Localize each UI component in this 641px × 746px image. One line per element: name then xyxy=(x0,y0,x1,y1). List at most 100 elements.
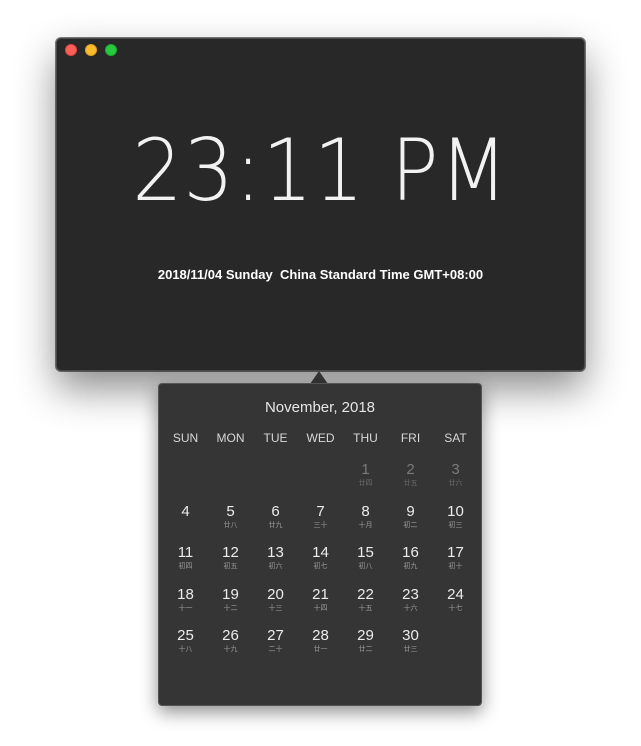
minimize-button[interactable] xyxy=(85,44,97,56)
day-number: 13 xyxy=(267,544,284,562)
calendar-day[interactable]: 19 十二 xyxy=(208,586,253,628)
calendar-day[interactable]: 7 三十 xyxy=(298,503,343,545)
day-number: 30 xyxy=(402,627,419,645)
lunar-date: 初二 xyxy=(403,521,418,529)
calendar-day[interactable]: 22 十五 xyxy=(343,586,388,628)
calendar-day[interactable]: 27 二十 xyxy=(253,627,298,669)
calendar-empty-cell xyxy=(298,461,343,503)
calendar-day[interactable]: 9 初二 xyxy=(388,503,433,545)
day-number: 8 xyxy=(361,502,370,520)
day-number: 2 xyxy=(406,461,415,478)
window-controls xyxy=(65,44,117,56)
calendar-day[interactable]: 14 初七 xyxy=(298,544,343,586)
day-number: 28 xyxy=(312,627,329,645)
calendar-day[interactable]: 12 初五 xyxy=(208,544,253,586)
calendar-day[interactable]: 13 初六 xyxy=(253,544,298,586)
calendar-empty-cell xyxy=(253,461,298,503)
day-number: 29 xyxy=(357,627,374,645)
day-number: 27 xyxy=(267,627,284,645)
day-number: 6 xyxy=(271,502,280,520)
weekday-label: SUN xyxy=(172,431,199,445)
lunar-date: 十九 xyxy=(223,646,238,654)
day-number: 11 xyxy=(177,544,194,562)
day-number: 4 xyxy=(181,502,190,520)
zoom-button[interactable] xyxy=(105,44,117,56)
day-number: 15 xyxy=(357,544,374,562)
calendar-day[interactable]: 23 十六 xyxy=(388,586,433,628)
calendar-day[interactable]: 5 廿八 xyxy=(208,503,253,545)
lunar-date: 廿四 xyxy=(358,480,373,487)
calendar-empty-cell xyxy=(163,461,208,503)
day-number: 10 xyxy=(447,502,464,520)
clock-window: 23:11 PM 2018/11/04 Sunday China Standar… xyxy=(56,38,585,371)
calendar-day[interactable]: 18 十一 xyxy=(163,586,208,628)
day-number: 26 xyxy=(222,627,239,645)
day-number: 9 xyxy=(406,502,415,520)
calendar-empty-cell xyxy=(208,461,253,503)
calendar-day[interactable]: 17 初十 xyxy=(433,544,478,586)
calendar-day[interactable]: 24 十七 xyxy=(433,586,478,628)
calendar-day[interactable]: 3 廿六 xyxy=(433,461,478,503)
calendar-day[interactable]: 26 十九 xyxy=(208,627,253,669)
day-number: 14 xyxy=(312,544,329,562)
day-number: 19 xyxy=(222,585,239,603)
calendar-day[interactable]: 8 十月 xyxy=(343,503,388,545)
stage: 23:11 PM 2018/11/04 Sunday China Standar… xyxy=(0,0,641,746)
calendar-day-grid: 1 廿四 2 廿五 3 廿六 4 5 廿八 6 廿九 7 三十 8 十月 9 初二 10 初三 11 初四 12 初五 13 初… xyxy=(163,461,479,669)
lunar-date: 十二 xyxy=(223,604,238,612)
lunar-date: 初五 xyxy=(223,563,238,571)
calendar-day[interactable]: 1 廿四 xyxy=(343,461,388,503)
calendar-day[interactable]: 11 初四 xyxy=(163,544,208,586)
lunar-date: 廿五 xyxy=(403,480,418,487)
day-number: 24 xyxy=(447,585,464,603)
lunar-date: 廿六 xyxy=(448,480,463,487)
calendar-day[interactable]: 6 廿九 xyxy=(253,503,298,545)
day-number: 22 xyxy=(357,585,374,603)
day-number: 17 xyxy=(447,544,464,562)
lunar-date: 十一 xyxy=(178,604,193,612)
calendar-day[interactable]: 28 廿一 xyxy=(298,627,343,669)
lunar-date: 初七 xyxy=(313,563,328,571)
day-number: 7 xyxy=(316,502,325,520)
calendar-month-title: November, 2018 xyxy=(264,399,376,416)
clock-time: 23:11 PM xyxy=(132,121,509,221)
lunar-date: 初十 xyxy=(448,563,463,571)
lunar-date: 初六 xyxy=(268,563,283,571)
lunar-date: 十八 xyxy=(178,646,193,654)
lunar-date: 十三 xyxy=(268,604,283,612)
lunar-date: 初三 xyxy=(448,521,463,529)
day-number: 21 xyxy=(312,585,329,603)
lunar-date: 初四 xyxy=(178,563,193,571)
weekday-label: WED xyxy=(306,431,335,445)
calendar-day[interactable]: 4 xyxy=(163,503,208,545)
day-number: 3 xyxy=(451,461,460,478)
calendar-day[interactable]: 29 廿二 xyxy=(343,627,388,669)
clock-date-timezone: 2018/11/04 Sunday China Standard Time GM… xyxy=(157,267,484,282)
day-number: 23 xyxy=(402,585,419,603)
day-number: 25 xyxy=(177,627,194,645)
calendar-day[interactable]: 20 十三 xyxy=(253,586,298,628)
calendar-day[interactable]: 30 廿三 xyxy=(388,627,433,669)
calendar-day[interactable]: 25 十八 xyxy=(163,627,208,669)
weekday-label: FRI xyxy=(400,431,421,445)
day-number: 16 xyxy=(402,544,419,562)
lunar-date: 廿三 xyxy=(403,646,418,654)
lunar-date: 十月 xyxy=(358,521,373,529)
calendar-day[interactable]: 21 十四 xyxy=(298,586,343,628)
lunar-date: 二十 xyxy=(268,646,283,654)
lunar-date: 十六 xyxy=(403,604,418,612)
lunar-date: 初八 xyxy=(358,563,373,571)
lunar-date: 廿九 xyxy=(268,521,283,529)
lunar-date: 十七 xyxy=(448,604,463,612)
calendar-day[interactable]: 2 廿五 xyxy=(388,461,433,503)
weekday-label: SAT xyxy=(444,431,467,445)
weekday-header: SUN MON TUE WED THU FRI SAT xyxy=(163,430,479,446)
lunar-date: 廿一 xyxy=(313,646,328,654)
day-number: 5 xyxy=(226,502,235,520)
lunar-date: 廿八 xyxy=(223,521,238,529)
calendar-day[interactable]: 10 初三 xyxy=(433,503,478,545)
close-button[interactable] xyxy=(65,44,77,56)
lunar-date: 廿二 xyxy=(358,646,373,654)
calendar-day[interactable]: 16 初九 xyxy=(388,544,433,586)
calendar-day[interactable]: 15 初八 xyxy=(343,544,388,586)
